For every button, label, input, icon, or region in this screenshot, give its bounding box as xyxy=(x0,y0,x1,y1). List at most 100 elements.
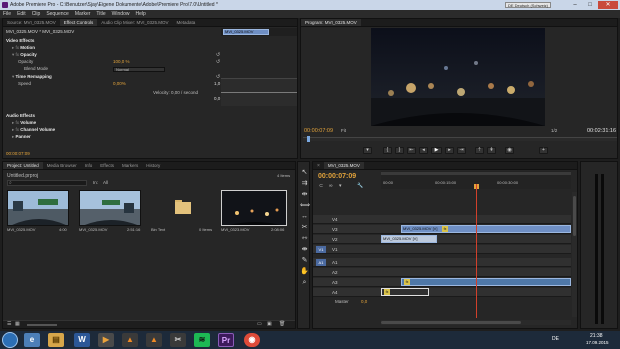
pen-tool-icon[interactable]: ✎ xyxy=(300,256,309,265)
media-thumbnail[interactable] xyxy=(79,190,141,226)
zoom-tool-icon[interactable]: ⌕ xyxy=(300,278,309,287)
tab-program[interactable]: Program: MVI_0325.MOV xyxy=(301,19,361,26)
track-a2[interactable]: A2 xyxy=(313,268,571,277)
taskbar-language[interactable]: DE xyxy=(552,336,559,342)
go-to-out-button[interactable]: ⇥ xyxy=(457,147,466,154)
folder-icon[interactable] xyxy=(175,200,191,214)
panner-effect[interactable]: ▸ Panner xyxy=(12,134,31,140)
new-item-icon[interactable]: ▣ xyxy=(267,321,272,327)
program-quality-dropdown[interactable]: 1/2 xyxy=(551,128,557,133)
source-patch-a1[interactable]: A1 xyxy=(316,259,326,266)
keyframe-graph[interactable] xyxy=(221,78,297,106)
effects-timeline-clip[interactable]: MVI_0325.MOV xyxy=(223,29,269,35)
menu-marker[interactable]: Marker xyxy=(72,10,94,18)
opacity-value[interactable]: 100,0 % xyxy=(113,59,130,65)
clock-date[interactable]: 17.09.2015 xyxy=(586,340,609,345)
menu-file[interactable]: File xyxy=(0,10,14,18)
tab-info[interactable]: Info xyxy=(81,162,97,169)
maximize-button[interactable]: □ xyxy=(583,1,597,9)
tab-media-browser[interactable]: Media Browser xyxy=(43,162,81,169)
list-view-icon[interactable]: ☰ xyxy=(7,321,11,327)
lift-button[interactable]: ⇡ xyxy=(475,147,484,154)
tab-project[interactable]: Project: Untitled xyxy=(3,162,43,169)
play-button[interactable]: ▶ xyxy=(431,147,442,154)
ripple-edit-tool-icon[interactable]: ⇹ xyxy=(300,190,309,199)
motion-effect[interactable]: ▸ fx Motion xyxy=(12,45,35,51)
menu-edit[interactable]: Edit xyxy=(14,10,29,18)
word-icon[interactable]: W xyxy=(74,333,90,347)
zoom-slider[interactable] xyxy=(27,324,57,326)
tab-metadata[interactable]: Metadata xyxy=(173,19,200,26)
track-v1[interactable]: V1 xyxy=(313,245,571,254)
timeline-horizontal-scrollbar[interactable] xyxy=(381,320,571,325)
media-thumbnail-selected[interactable] xyxy=(221,190,287,226)
button-editor-button[interactable]: + xyxy=(539,147,548,154)
mark-out-button[interactable]: } xyxy=(395,147,404,154)
menu-clip[interactable]: Clip xyxy=(29,10,44,18)
tab-effect-controls[interactable]: Effect Controls xyxy=(59,19,98,26)
track-v4[interactable]: V4 xyxy=(313,215,571,224)
clock-time[interactable]: 21:38 xyxy=(590,333,603,339)
program-timecode[interactable]: 00:00:07:09 xyxy=(304,128,333,134)
time-remapping-effect[interactable]: ▾ Time Remapping xyxy=(12,74,52,80)
hand-tool-icon[interactable]: ✋ xyxy=(300,267,309,276)
track-select-tool-icon[interactable]: ⇉ xyxy=(300,179,309,188)
source-patch-v1[interactable]: V1 xyxy=(316,246,326,253)
track-a1[interactable]: A1 xyxy=(313,258,571,267)
trash-icon[interactable]: 🗑 xyxy=(279,321,285,327)
effects-clip-path[interactable]: MVI_0325.MOV * MVI_0325.MOV xyxy=(6,29,74,35)
zoom-scroll-bar[interactable] xyxy=(381,172,571,175)
reset-icon[interactable]: ↺ xyxy=(216,52,220,58)
tab-markers[interactable]: Markers xyxy=(118,162,142,169)
opacity-effect[interactable]: ▾ fx Opacity xyxy=(12,52,37,58)
in-filter-dropdown[interactable]: All xyxy=(103,180,108,185)
timeline-settings-icon[interactable]: 🔧 xyxy=(357,183,363,189)
minimize-button[interactable]: – xyxy=(568,1,582,9)
slide-tool-icon[interactable]: ⇼ xyxy=(300,245,309,254)
step-forward-button[interactable]: ▸ xyxy=(445,147,454,154)
rolling-edit-tool-icon[interactable]: ⟺ xyxy=(300,201,310,210)
icon-view-icon[interactable]: ▦ xyxy=(15,321,20,327)
program-fit-dropdown[interactable]: Fit xyxy=(341,128,346,133)
menu-sequence[interactable]: Sequence xyxy=(43,10,72,18)
media-icon[interactable]: ▶ xyxy=(98,333,114,347)
timeline-vertical-scrollbar[interactable] xyxy=(572,192,577,317)
go-to-in-button[interactable]: ⇤ xyxy=(407,147,416,154)
vlc-icon[interactable]: ▲ xyxy=(122,333,138,347)
tab-effects[interactable]: Effects xyxy=(96,162,118,169)
blend-mode-dropdown[interactable]: Normal xyxy=(113,67,165,72)
tab-source[interactable]: Source: MVI_0325.MOV xyxy=(3,19,60,26)
spotify-icon[interactable]: ≋ xyxy=(194,333,210,347)
effects-timecode[interactable]: 00:00:07:09 xyxy=(6,151,30,157)
language-badge[interactable]: DE Deutsch (Schweiz) xyxy=(505,2,552,8)
video-clip[interactable]: MVI_0325.MOV [V] xyxy=(401,225,571,233)
close-icon[interactable]: × xyxy=(313,162,324,169)
audio-clip[interactable] xyxy=(401,278,571,286)
selection-tool-icon[interactable]: ↖ xyxy=(300,168,309,177)
reset-icon[interactable]: ↺ xyxy=(216,74,220,80)
tool-icon[interactable]: ✂ xyxy=(170,333,186,347)
menu-title[interactable]: Title xyxy=(93,10,108,18)
snap-icon[interactable]: ⊂ xyxy=(319,183,323,189)
project-search-input[interactable]: ⌕ xyxy=(7,180,87,186)
media-thumbnail[interactable] xyxy=(7,190,69,226)
reset-icon[interactable]: ↺ xyxy=(216,59,220,65)
razor-tool-icon[interactable]: ✂ xyxy=(300,223,309,232)
rate-stretch-tool-icon[interactable]: ↔ xyxy=(300,212,309,221)
timeline-timecode[interactable]: 00:00:07:09 xyxy=(318,173,356,180)
mark-in-button[interactable]: { xyxy=(383,147,392,154)
tab-sequence[interactable]: MVI_0325.MOV xyxy=(323,162,364,169)
channel-volume-effect[interactable]: ▸ fx Channel Volume xyxy=(12,127,55,133)
track-v2[interactable]: V2 xyxy=(313,235,571,244)
start-button[interactable] xyxy=(2,332,18,348)
menu-help[interactable]: Help xyxy=(132,10,148,18)
linked-selection-icon[interactable]: ∞ xyxy=(329,183,333,189)
volume-effect[interactable]: ▸ fx Volume xyxy=(12,120,36,126)
video-clip[interactable]: MVI_0325.MOV [V] xyxy=(381,235,437,243)
menu-window[interactable]: Window xyxy=(109,10,133,18)
premiere-icon[interactable]: Pr xyxy=(218,333,234,347)
vlc-icon[interactable]: ▲ xyxy=(146,333,162,347)
new-bin-icon[interactable]: ▭ xyxy=(257,321,262,327)
speed-value[interactable]: 0,00% xyxy=(113,81,126,87)
explorer-icon[interactable]: ▤ xyxy=(48,333,64,347)
